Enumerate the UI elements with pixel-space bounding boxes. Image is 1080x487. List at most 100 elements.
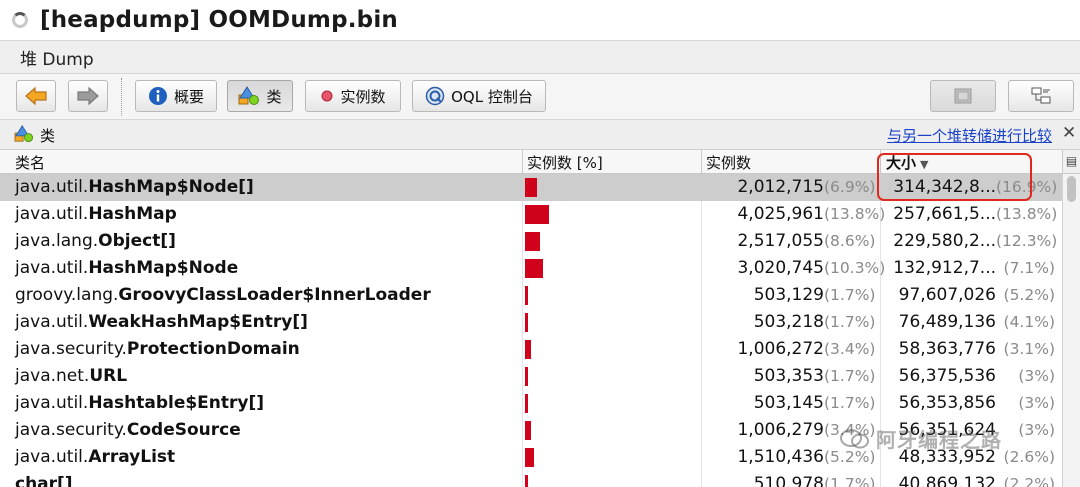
sort-descending-icon: ▼	[920, 158, 929, 171]
instances-count-cell: 4,025,961	[737, 204, 824, 224]
instances-pct-bar	[525, 475, 528, 487]
class-package: java.util.	[15, 204, 89, 224]
table-row[interactable]: java.util.ArrayList 1,510,436 (5.2%) 48,333…	[0, 444, 1062, 471]
size-pct-cell: (4.1%)	[1003, 313, 1055, 331]
overview-button[interactable]: 概要	[135, 80, 217, 112]
oql-console-label: OQL 控制台	[451, 87, 533, 106]
table-row[interactable]: java.util.WeakHashMap$Entry[] 503,218 (1.7…	[0, 309, 1062, 336]
close-icon[interactable]: ✕	[1062, 123, 1076, 143]
class-simple-name: HashMap	[88, 204, 177, 224]
column-divider[interactable]	[522, 150, 523, 174]
instances-count-cell: 1,006,272	[737, 339, 824, 359]
classes-button[interactable]: 类	[227, 80, 293, 112]
table-row[interactable]: java.util.Hashtable$Entry[] 503,145 (1.7%)…	[0, 390, 1062, 417]
instances-pct-cell: (10.3%)	[824, 259, 886, 277]
instances-pct-bar	[525, 421, 531, 440]
instances-pct-bar	[525, 448, 535, 467]
instances-count-cell: 503,218	[753, 312, 824, 332]
instances-pct-bar	[525, 259, 543, 278]
table-row[interactable]: groovy.lang.GroovyClassLoader$InnerLoade…	[0, 282, 1062, 309]
instances-pct-bar	[525, 340, 531, 359]
class-simple-name: CodeSource	[126, 420, 241, 440]
class-name-cell: java.lang.Object[]	[15, 231, 176, 251]
class-name-cell: java.util.HashMap$Node[]	[15, 177, 254, 197]
size-pct-cell: (5.2%)	[1003, 286, 1055, 304]
size-pct-cell: (7.1%)	[1003, 259, 1055, 277]
instances-pct-bar	[525, 286, 528, 305]
table-row[interactable]: java.util.HashMap$Node 3,020,745 (10.3%) 13…	[0, 255, 1062, 282]
instances-pct-cell: (3.4%)	[824, 340, 876, 358]
table-row[interactable]: java.security.CodeSource 1,006,279 (3.4%) 5…	[0, 417, 1062, 444]
toolbar: 概要 类 实例数 OQL 控制台	[0, 74, 1080, 120]
table-row[interactable]: java.lang.Object[] 2,517,055 (8.6%) 229,580…	[0, 228, 1062, 255]
class-name-cell: java.util.ArrayList	[15, 447, 175, 467]
instances-pct-bar	[525, 367, 528, 386]
table-row[interactable]: java.util.HashMap 4,025,961 (13.8%) 257,661…	[0, 201, 1062, 228]
instance-dot-icon	[321, 90, 333, 102]
table-row[interactable]: java.net.URL 503,353 (1.7%) 56,375,536 (3%)	[0, 363, 1062, 390]
column-header-size[interactable]: 大小 ▼	[886, 152, 928, 173]
size-cell: 56,351,624	[898, 420, 996, 440]
class-package: java.util.	[15, 312, 89, 332]
class-name-cell: java.net.URL	[15, 366, 127, 386]
class-package: java.util.	[15, 393, 89, 413]
classes-panel-icon	[14, 125, 33, 143]
info-icon	[148, 87, 167, 105]
instances-pct-bar	[525, 178, 537, 197]
classes-icon	[238, 86, 260, 105]
instances-pct-cell: (1.7%)	[824, 394, 876, 412]
instances-pct-cell: (13.8%)	[824, 205, 886, 223]
instances-pct-bar	[525, 205, 549, 224]
heap-dump-tree-button[interactable]	[1008, 80, 1074, 112]
class-name-cell: groovy.lang.GroovyClassLoader$InnerLoade…	[15, 285, 431, 305]
size-pct-cell: (3%)	[1018, 421, 1055, 439]
column-header-instances-pct[interactable]: 实例数 [%]	[527, 152, 603, 173]
column-divider[interactable]	[880, 150, 881, 174]
instances-button[interactable]: 实例数	[305, 80, 401, 112]
instances-pct-cell: (1.7%)	[824, 286, 876, 304]
back-button[interactable]	[16, 80, 56, 112]
instances-pct-bar	[525, 313, 528, 332]
compare-heap-dump-link[interactable]: 与另一个堆转储进行比较	[887, 125, 1052, 146]
instances-pct-cell: (1.7%)	[824, 367, 876, 385]
snapshot-button[interactable]	[930, 80, 996, 112]
class-simple-name: GroovyClassLoader$InnerLoader	[118, 285, 431, 305]
size-pct-cell: (12.3%)	[996, 232, 1058, 250]
size-pct-cell: (13.8%)	[996, 205, 1058, 223]
overview-label: 概要	[173, 87, 204, 106]
instances-pct-cell: (8.6%)	[824, 232, 876, 250]
size-cell: 56,375,536	[898, 366, 996, 386]
class-package: java.security.	[15, 339, 127, 359]
loading-spinner-icon	[12, 12, 28, 28]
class-simple-name: Object[]	[98, 231, 176, 251]
scrollbar-thumb[interactable]	[1067, 176, 1076, 202]
instances-count-cell: 3,020,745	[737, 258, 824, 278]
instances-pct-cell: (3.4%)	[824, 421, 876, 439]
column-header-class-name[interactable]: 类名	[15, 152, 45, 173]
class-name-cell: java.util.WeakHashMap$Entry[]	[15, 312, 308, 332]
panel-title: 类	[40, 127, 56, 145]
table-row[interactable]: char[] 510,978 (1.7%) 40,869,132 (2.2%)	[0, 471, 1062, 487]
forward-button[interactable]	[68, 80, 108, 112]
window-titlebar: [heapdump] OOMDump.bin	[0, 0, 1080, 40]
instances-pct-bar	[525, 232, 540, 251]
class-simple-name: HashMap$Node	[88, 258, 239, 278]
toolbar-separator	[121, 78, 122, 116]
table-row[interactable]: java.security.ProtectionDomain 1,006,272(…	[0, 336, 1062, 363]
class-simple-name: Hashtable$Entry[]	[88, 393, 265, 413]
class-package: java.util.	[15, 447, 89, 467]
size-cell: 132,912,7...	[893, 258, 996, 278]
column-divider[interactable]	[701, 150, 702, 174]
class-package: groovy.lang.	[15, 285, 119, 305]
tab-heap-dump[interactable]: 堆 Dump	[20, 45, 94, 70]
column-header-instances[interactable]: 实例数	[706, 152, 751, 173]
size-cell: 97,607,026	[898, 285, 996, 305]
instances-count-cell: 1,006,279	[737, 420, 824, 440]
class-package: java.security.	[15, 420, 127, 440]
column-chooser-icon[interactable]: ▤	[1062, 150, 1080, 174]
size-cell: 229,580,2...	[893, 231, 996, 251]
vertical-scrollbar[interactable]	[1062, 174, 1080, 487]
size-cell: 257,661,5...	[893, 204, 996, 224]
table-row[interactable]: java.util.HashMap$Node[] 2,012,715 (6.9%) 3…	[0, 174, 1062, 201]
oql-console-button[interactable]: OQL 控制台	[412, 80, 546, 112]
